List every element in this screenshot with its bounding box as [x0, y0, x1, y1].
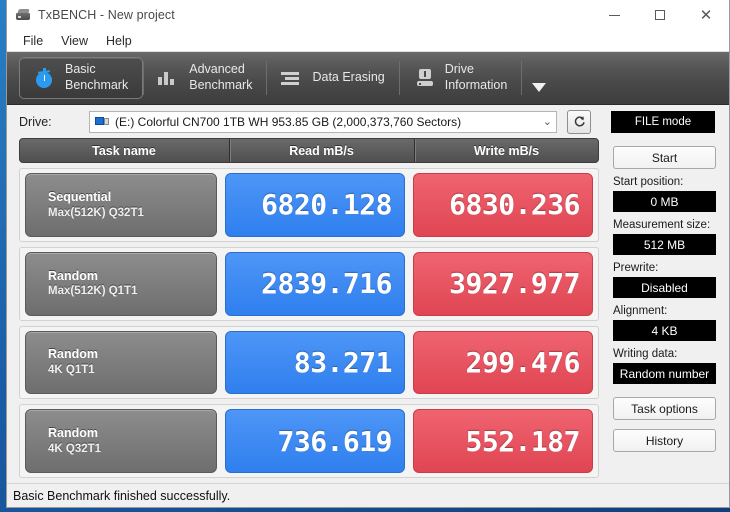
close-icon: ✕ [699, 5, 713, 24]
title-bar: TxBENCH - New project ✕ [7, 0, 729, 30]
task-name-line1: Sequential [48, 189, 112, 204]
content-area: Task name Read mB/s Write mB/s Sequentia… [7, 138, 729, 483]
start-button[interactable]: Start [613, 146, 716, 169]
writing-data-value[interactable]: Random number [613, 363, 716, 384]
read-value: 6820.128 [225, 173, 405, 237]
status-bar: Basic Benchmark finished successfully. [7, 483, 729, 507]
control-sidebar: Start Start position: 0 MB Measurement s… [599, 138, 729, 483]
prewrite-value[interactable]: Disabled [613, 277, 716, 298]
tab-drive-information[interactable]: Drive Information [400, 56, 522, 100]
task-name-line2: 4K Q1T1 [48, 364, 95, 376]
start-position-label: Start position: [613, 176, 684, 188]
header-read: Read mB/s [229, 139, 413, 162]
table-header-row: Task name Read mB/s Write mB/s [19, 138, 599, 163]
drive-item-icon [95, 116, 110, 128]
write-value: 3927.977 [413, 251, 593, 316]
drive-label: Drive: [19, 114, 52, 129]
read-value: 2839.716 [225, 251, 405, 316]
write-value: 299.476 [413, 330, 593, 395]
drive-selector-row: Drive: (E:) Colorful CN700 1TB WH 953.85… [7, 105, 729, 138]
tab-advanced-benchmark-label: Advanced Benchmark [189, 62, 253, 92]
task-button[interactable]: Random Max(512K) Q1T1 [25, 251, 217, 316]
refresh-icon [574, 116, 585, 127]
write-value: 552.187 [413, 409, 593, 473]
measurement-size-value[interactable]: 512 MB [613, 234, 716, 255]
write-value: 6830.236 [413, 173, 593, 237]
maximize-icon [655, 10, 665, 20]
refresh-button[interactable] [567, 109, 591, 134]
table-row: Sequential Max(512K) Q32T1 6820.128 6830… [19, 168, 599, 242]
read-value: 736.619 [225, 409, 405, 473]
task-name-line1: Random [48, 426, 98, 441]
task-button[interactable]: Random 4K Q1T1 [25, 330, 217, 395]
tab-drive-information-label: Drive Information [444, 62, 508, 92]
results-table: Task name Read mB/s Write mB/s Sequentia… [19, 138, 599, 483]
task-options-button[interactable]: Task options [613, 397, 716, 420]
table-row: Random Max(512K) Q1T1 2839.716 3927.977 [19, 246, 599, 321]
alignment-value[interactable]: 4 KB [613, 320, 716, 341]
txbench-window: TxBENCH - New project ✕ File View Help B… [6, 0, 730, 508]
drive-icon [15, 7, 31, 23]
task-name-line2: Max(512K) Q1T1 [48, 285, 138, 298]
alignment-label: Alignment: [613, 305, 668, 317]
drive-info-icon [414, 67, 436, 89]
header-task-name: Task name [92, 143, 156, 158]
tab-advanced-benchmark[interactable]: Advanced Benchmark [144, 56, 266, 100]
drive-select[interactable]: (E:) Colorful CN700 1TB WH 953.85 GB (2,… [89, 110, 557, 133]
tab-data-erasing-label: Data Erasing [312, 70, 385, 85]
stopwatch-icon [34, 67, 56, 89]
task-name-line2: Max(512K) Q32T1 [48, 206, 144, 219]
history-button[interactable]: History [613, 429, 716, 452]
task-name-line1: Random [48, 268, 98, 283]
prewrite-label: Prewrite: [613, 262, 659, 274]
maximize-button[interactable] [637, 0, 683, 30]
table-row: Random 4K Q32T1 736.619 552.187 [19, 404, 599, 478]
menu-view[interactable]: View [52, 32, 97, 50]
measurement-size-label: Measurement size: [613, 219, 711, 231]
table-row: Random 4K Q1T1 83.271 299.476 [19, 325, 599, 400]
tab-basic-benchmark[interactable]: Basic Benchmark [19, 57, 144, 99]
tab-data-erasing[interactable]: Data Erasing [267, 56, 398, 100]
close-button[interactable]: ✕ [683, 0, 729, 30]
tab-basic-benchmark-label: Basic Benchmark [65, 62, 129, 92]
window-title: TxBENCH - New project [38, 8, 175, 22]
menu-bar: File View Help [7, 30, 729, 52]
task-name-line1: Random [48, 347, 98, 362]
eraser-icon [281, 67, 303, 89]
minimize-icon [608, 14, 620, 16]
chevron-down-icon: ⌄ [542, 115, 552, 128]
window-controls: ✕ [591, 0, 729, 30]
bar-chart-icon [158, 67, 180, 89]
menu-file[interactable]: File [14, 32, 52, 50]
start-position-value[interactable]: 0 MB [613, 191, 716, 212]
tab-overflow-button[interactable] [522, 52, 556, 104]
file-mode-button[interactable]: FILE mode [611, 110, 715, 133]
minimize-button[interactable] [591, 0, 637, 30]
status-message: Basic Benchmark finished successfully. [13, 488, 231, 503]
writing-data-label: Writing data: [613, 348, 678, 360]
menu-help[interactable]: Help [97, 32, 141, 50]
tab-bar: Basic Benchmark Advanced Benchmark Data … [7, 52, 729, 105]
header-write: Write mB/s [414, 139, 598, 162]
task-name-line2: 4K Q32T1 [48, 442, 102, 455]
chevron-down-icon [532, 83, 547, 92]
drive-select-value: (E:) Colorful CN700 1TB WH 953.85 GB (2,… [115, 114, 462, 129]
read-value: 83.271 [225, 330, 405, 395]
task-button[interactable]: Sequential Max(512K) Q32T1 [25, 173, 217, 237]
task-button[interactable]: Random 4K Q32T1 [25, 409, 217, 473]
